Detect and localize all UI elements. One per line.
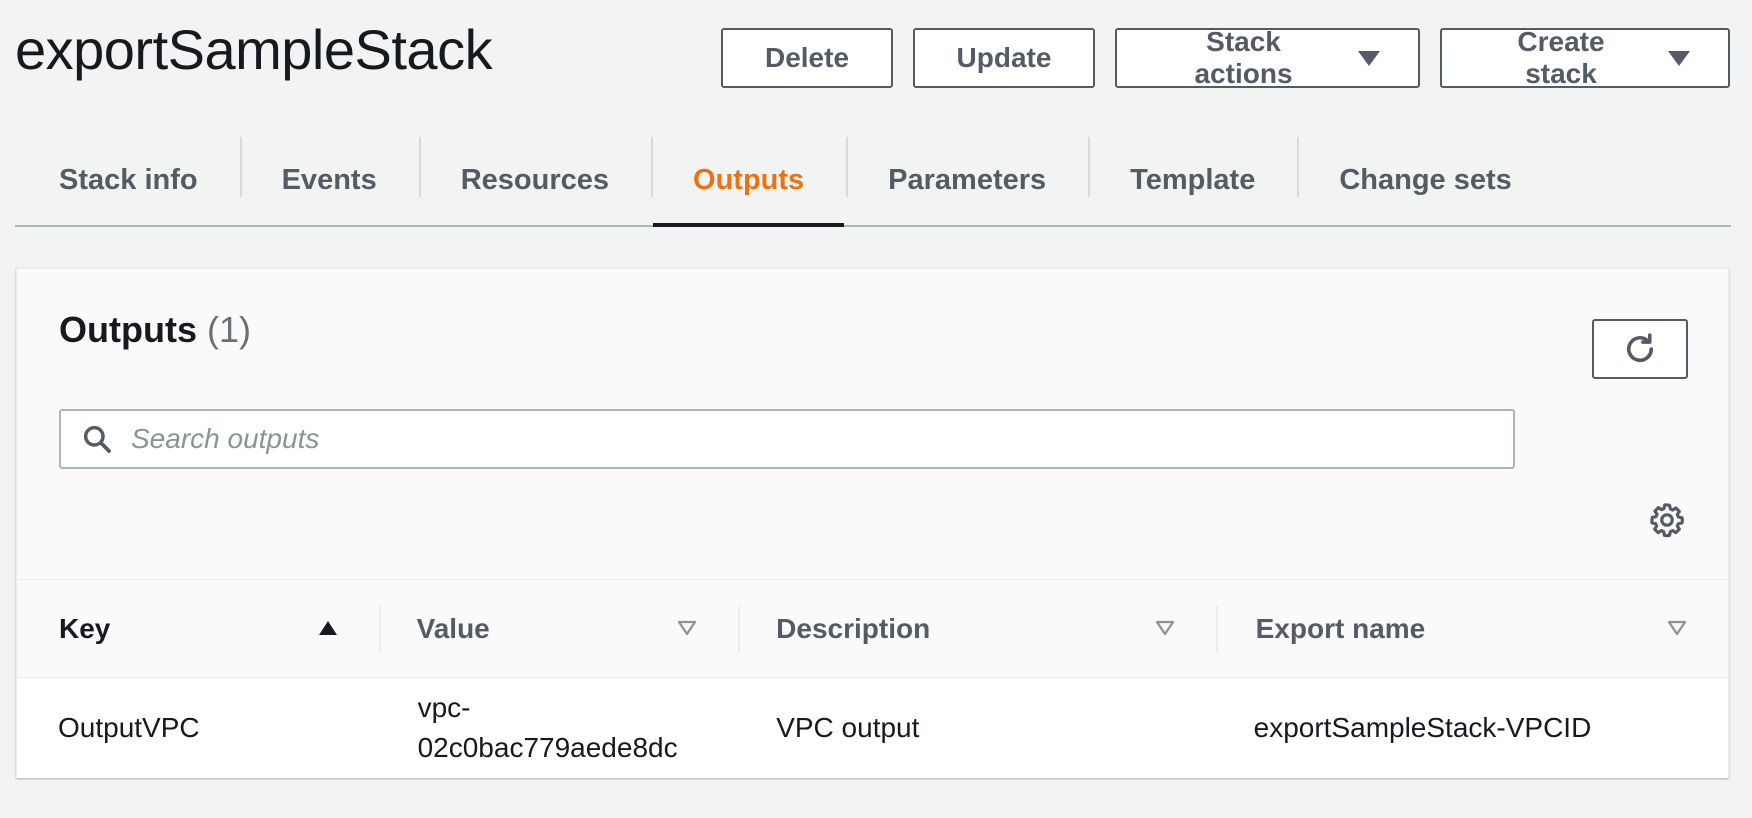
tab-outputs[interactable]: Outputs [651,135,846,227]
tab-template[interactable]: Template [1088,135,1297,225]
column-header-key[interactable]: Key [17,580,379,678]
cell-description: VPC output [776,712,920,743]
sort-ascending-icon [318,620,337,635]
search-box [59,409,1515,469]
caret-down-icon [1668,50,1690,66]
sort-unsorted-icon [1155,620,1174,635]
column-header-label: Description [776,612,931,644]
table-row: OutputVPC vpc- 02c0bac779aede8dc VPC outp… [17,678,1728,778]
refresh-button[interactable] [1592,319,1688,379]
cell-export-name: exportSampleStack-VPCID [1253,712,1592,743]
sort-unsorted-icon [1667,620,1687,635]
gear-icon[interactable] [1648,501,1686,539]
outputs-title: Outputs (1) [59,309,251,351]
table-header-row: Key Value Description Export name [17,580,1728,678]
column-header-export-name[interactable]: Export name [1215,580,1728,678]
stack-actions-button[interactable]: Stack actions [1115,26,1420,89]
stack-tabs: Stack info Events Resources Outputs Para… [15,135,1731,227]
tab-events[interactable]: Events [239,135,419,225]
search-input[interactable] [131,412,1491,466]
cell-value: vpc- 02c0bac779aede8dc [417,692,678,763]
tab-parameters[interactable]: Parameters [846,135,1088,225]
outputs-panel-header: Outputs (1) [17,269,1728,579]
outputs-title-text: Outputs [59,309,197,350]
sort-unsorted-icon [678,620,697,635]
delete-button-label: Delete [764,42,850,73]
header-actions: Delete Update Stack actions Create stack [721,26,1730,89]
tab-change-sets[interactable]: Change sets [1297,135,1553,225]
page-title: exportSampleStack [15,18,493,81]
outputs-panel: Outputs (1) Key [16,268,1729,778]
cell-key: OutputVPC [58,712,200,743]
column-header-label: Key [59,612,111,644]
caret-down-icon [1358,50,1380,66]
search-icon [79,421,115,457]
refresh-icon [1626,333,1654,363]
tab-stack-info[interactable]: Stack info [15,135,240,225]
update-button[interactable]: Update [913,28,1095,88]
column-header-description[interactable]: Description [738,580,1215,678]
column-header-value[interactable]: Value [378,580,739,678]
column-header-label: Value [416,612,490,644]
create-stack-button[interactable]: Create stack [1440,26,1730,89]
create-stack-label: Create stack [1517,26,1605,89]
outputs-count: (1) [207,309,251,350]
column-header-label: Export name [1255,612,1426,644]
delete-button[interactable]: Delete [721,28,893,88]
outputs-table: Key Value Description Export name Output… [17,579,1728,778]
stack-actions-label: Stack actions [1194,26,1293,89]
update-button-label: Update [956,42,1052,73]
tab-resources[interactable]: Resources [418,135,651,225]
